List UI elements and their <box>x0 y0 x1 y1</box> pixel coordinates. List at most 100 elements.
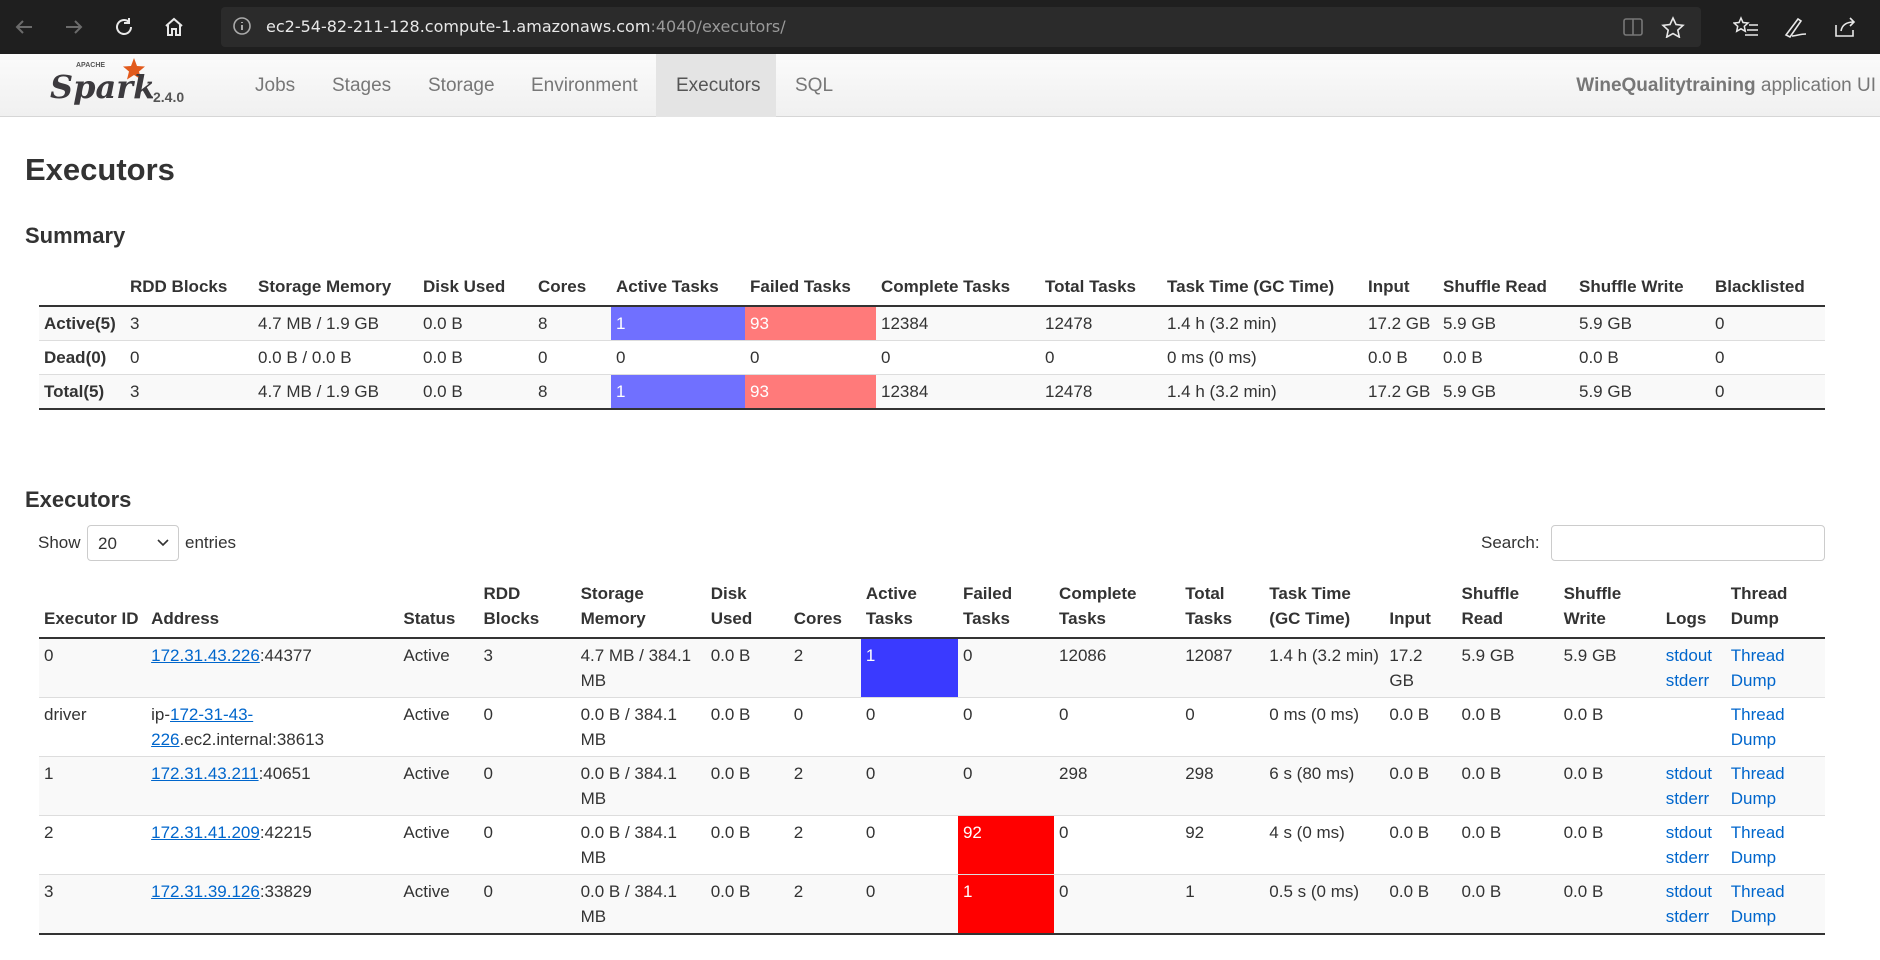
summary-col-input[interactable]: Input <box>1363 270 1438 306</box>
stdout-link[interactable]: stdout <box>1666 764 1712 783</box>
cell-task-time: 0 ms (0 ms) <box>1269 705 1360 724</box>
summary-cell: 0 <box>616 348 626 367</box>
col-failed-tasks[interactable]: Failed Tasks <box>958 577 1054 638</box>
address-link[interactable]: 172.31.41.209 <box>151 823 260 842</box>
summary-col-total-tasks[interactable]: Total Tasks <box>1040 270 1162 306</box>
share-icon[interactable] <box>1832 15 1858 39</box>
col-disk-used[interactable]: Disk Used <box>706 577 789 638</box>
summary-cell: 0 ms (0 ms) <box>1167 348 1257 367</box>
refresh-icon[interactable] <box>104 0 144 54</box>
cell-rdd: 0 <box>483 764 493 783</box>
summary-heading[interactable]: Summary <box>25 223 125 249</box>
cell-logs: stdout stderr <box>1661 757 1726 816</box>
tab-sql[interactable]: SQL <box>775 54 853 117</box>
stderr-link[interactable]: stderr <box>1666 671 1709 690</box>
cell-total: 1 <box>1185 882 1195 901</box>
col-cores[interactable]: Cores <box>789 577 861 638</box>
summary-col-active-tasks[interactable]: Active Tasks <box>611 270 745 306</box>
table-row: 1 172.31.43.211:40651 Active 0 0.0 B / 3… <box>39 756 1825 816</box>
summary-col-failed-tasks[interactable]: Failed Tasks <box>745 270 876 306</box>
cell-status: Active <box>403 823 450 842</box>
cell-thread-dump: Thread Dump <box>1726 816 1825 875</box>
thread-dump-link[interactable]: Thread Dump <box>1731 646 1785 690</box>
col-active-tasks[interactable]: Active Tasks <box>861 577 958 638</box>
cell-address: 172.31.41.209:42215 <box>146 816 398 875</box>
summary-col-disk-used[interactable]: Disk Used <box>418 270 533 306</box>
summary-col-shuffle-read[interactable]: Shuffle Read <box>1438 270 1574 306</box>
pen-icon[interactable] <box>1782 15 1808 39</box>
address-port: :42215 <box>259 823 312 842</box>
tab-jobs[interactable]: Jobs <box>235 54 315 117</box>
summary-col-complete-tasks[interactable]: Complete Tasks <box>876 270 1040 306</box>
summary-failed-tasks-cell: 93 <box>745 374 876 409</box>
stdout-link[interactable]: stdout <box>1666 823 1712 842</box>
cell-mem: 0.0 B / 384.1 MB <box>580 882 677 926</box>
stdout-link[interactable]: stdout <box>1666 882 1712 901</box>
page-size-select[interactable]: 20 <box>87 525 179 561</box>
col-executor-id[interactable]: Executor ID <box>39 577 146 638</box>
cell-rdd: 3 <box>483 646 493 665</box>
summary-cell: 0 <box>750 348 760 367</box>
summary-header-row: RDD Blocks Storage Memory Disk Used Core… <box>39 270 1825 306</box>
forward-icon[interactable] <box>54 0 94 54</box>
url-path: :4040/executors/ <box>650 17 786 36</box>
favorite-star-icon[interactable] <box>1661 16 1685 39</box>
stdout-link[interactable]: stdout <box>1666 646 1712 665</box>
tab-environment[interactable]: Environment <box>511 54 658 117</box>
col-storage-memory[interactable]: Storage Memory <box>576 577 706 638</box>
col-complete-tasks[interactable]: Complete Tasks <box>1054 577 1180 638</box>
cell-address: 172.31.43.211:40651 <box>146 757 398 816</box>
executors-heading[interactable]: Executors <box>25 487 131 513</box>
reader-view-icon[interactable] <box>1621 16 1645 38</box>
tab-executors[interactable]: Executors <box>656 54 776 117</box>
col-input[interactable]: Input <box>1384 577 1456 638</box>
address-bar[interactable]: ec2-54-82-211-128.compute-1.amazonaws.co… <box>221 7 1701 47</box>
col-rdd-blocks[interactable]: RDD Blocks <box>478 577 575 638</box>
tab-storage[interactable]: Storage <box>408 54 515 117</box>
col-address[interactable]: Address <box>146 577 398 638</box>
stderr-link[interactable]: stderr <box>1666 789 1709 808</box>
favorites-list-icon[interactable] <box>1732 15 1759 39</box>
stderr-link[interactable]: stderr <box>1666 848 1709 867</box>
summary-col-storage-memory[interactable]: Storage Memory <box>253 270 418 306</box>
cell-active-tasks: 0 <box>865 823 876 842</box>
summary-col-rdd-blocks[interactable]: RDD Blocks <box>125 270 253 306</box>
address-link[interactable]: 172.31.39.126 <box>151 882 260 901</box>
spark-version: 2.4.0 <box>153 89 185 105</box>
stderr-link[interactable]: stderr <box>1666 907 1709 926</box>
cell-disk: 0.0 B <box>710 823 751 842</box>
cell-disk: 0.0 B <box>710 646 751 665</box>
summary-cell: 4.7 MB / 1.9 GB <box>258 382 379 401</box>
cell-complete: 12086 <box>1059 646 1107 665</box>
address-link[interactable]: 172.31.43.211 <box>151 764 258 783</box>
summary-col-shuffle-write[interactable]: Shuffle Write <box>1574 270 1710 306</box>
cell-thread-dump: Thread Dump <box>1726 875 1825 935</box>
info-icon[interactable] <box>231 15 253 37</box>
home-icon[interactable] <box>154 0 194 54</box>
cell-task-time: 0.5 s (0 ms) <box>1269 882 1360 901</box>
col-shuffle-read[interactable]: Shuffle Read <box>1456 577 1558 638</box>
cell-status: Active <box>403 705 450 724</box>
summary-col-task-time[interactable]: Task Time (GC Time) <box>1162 270 1363 306</box>
search-input[interactable] <box>1551 525 1825 561</box>
thread-dump-link[interactable]: Thread Dump <box>1731 882 1785 926</box>
thread-dump-link[interactable]: Thread Dump <box>1731 764 1785 808</box>
thread-dump-link[interactable]: Thread Dump <box>1731 705 1785 749</box>
summary-col-blacklisted[interactable]: Blacklisted <box>1710 270 1825 306</box>
col-shuffle-write[interactable]: Shuffle Write <box>1559 577 1661 638</box>
tab-stages[interactable]: Stages <box>312 54 411 117</box>
cell-cores: 2 <box>793 823 804 842</box>
cell-cores: 2 <box>793 646 804 665</box>
address-link[interactable]: 172.31.43.226 <box>151 646 260 665</box>
summary-col-cores[interactable]: Cores <box>533 270 611 306</box>
thread-dump-link[interactable]: Thread Dump <box>1731 823 1785 867</box>
spark-logo[interactable]: APACHE Spark <box>48 56 155 113</box>
cell-failed-tasks: 0 <box>962 646 973 665</box>
summary-cell: 3 <box>130 382 140 401</box>
col-total-tasks[interactable]: Total Tasks <box>1180 577 1264 638</box>
cell-complete: 0 <box>1059 882 1069 901</box>
col-task-time[interactable]: Task Time (GC Time) <box>1264 577 1384 638</box>
summary-cell: 0.0 B <box>1579 348 1619 367</box>
col-status[interactable]: Status <box>398 577 478 638</box>
back-icon[interactable] <box>4 0 44 54</box>
